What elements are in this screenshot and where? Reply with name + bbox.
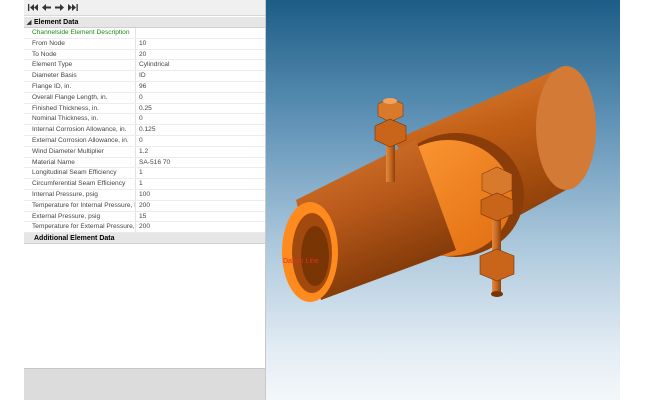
front-pipe-bore-inner bbox=[301, 226, 329, 286]
row-value[interactable]: 100 bbox=[136, 190, 265, 200]
last-element-icon[interactable] bbox=[66, 2, 78, 14]
datum-line-label: Datum Line bbox=[283, 258, 319, 265]
row-label: Internal Corrosion Allowance, in. bbox=[24, 125, 136, 135]
table-row[interactable]: Longitudinal Seam Efficiency 1 bbox=[24, 168, 265, 180]
table-row[interactable]: Internal Corrosion Allowance, in. 0.125 bbox=[24, 125, 265, 136]
table-row[interactable]: Diameter Basis ID bbox=[24, 71, 265, 82]
previous-element-icon[interactable] bbox=[40, 2, 52, 14]
next-element-icon[interactable] bbox=[53, 2, 65, 14]
table-row[interactable]: From Node 10 bbox=[24, 38, 265, 50]
bolt-right-tip bbox=[491, 291, 503, 297]
row-label: Element Type bbox=[24, 60, 136, 71]
row-label: Channelside Element Description bbox=[24, 28, 136, 38]
row-value[interactable]: ID bbox=[136, 71, 265, 81]
row-label: Flange ID, in. bbox=[24, 81, 136, 92]
bolt-left-tip bbox=[383, 98, 397, 104]
table-row[interactable]: External Pressure, psig 15 bbox=[24, 211, 265, 223]
table-row[interactable]: Internal Pressure, psig 100 bbox=[24, 189, 265, 201]
row-label: Finished Thickness, in. bbox=[24, 103, 136, 114]
table-row[interactable]: Material Name SA-516 70 bbox=[24, 157, 265, 169]
row-label: Longitudinal Seam Efficiency bbox=[24, 168, 136, 179]
table-row[interactable]: To Node 20 bbox=[24, 49, 265, 61]
row-value[interactable]: SA-516 70 bbox=[136, 158, 265, 168]
table-row[interactable]: Wind Diameter Multiplier 1.2 bbox=[24, 146, 265, 158]
navigation-toolbar bbox=[24, 0, 265, 16]
row-label: Temperature for External Pressure, F bbox=[24, 222, 136, 233]
description-pane bbox=[24, 368, 265, 400]
table-row[interactable]: Nominal Thickness, in. 0 bbox=[24, 114, 265, 126]
table-row[interactable]: Channelside Element Description bbox=[24, 28, 265, 39]
row-label: Diameter Basis bbox=[24, 71, 136, 81]
rear-pipe-end bbox=[536, 66, 596, 190]
bolt-right-nut-bottom bbox=[479, 248, 515, 282]
row-value[interactable]: 200 bbox=[136, 201, 265, 211]
row-value[interactable]: 10 bbox=[136, 39, 265, 49]
row-label: Nominal Thickness, in. bbox=[24, 114, 136, 125]
pipe-flange-model bbox=[282, 66, 596, 302]
table-row[interactable]: Circumferential Seam Efficiency 1 bbox=[24, 179, 265, 190]
table-row[interactable]: External Corrosion Allowance, in. 0 bbox=[24, 135, 265, 147]
row-value[interactable] bbox=[136, 28, 265, 38]
row-label: Circumferential Seam Efficiency bbox=[24, 179, 136, 189]
row-value[interactable]: 200 bbox=[136, 222, 265, 232]
table-row[interactable]: Temperature for Internal Pressure, F 200 bbox=[24, 200, 265, 212]
table-row[interactable]: Overall Flange Length, in. 0 bbox=[24, 92, 265, 104]
row-label: Overall Flange Length, in. bbox=[24, 92, 136, 103]
table-row[interactable]: Temperature for External Pressure, F 200 bbox=[24, 222, 265, 234]
row-value[interactable]: Cylindrical bbox=[136, 60, 265, 70]
row-value[interactable]: 15 bbox=[136, 212, 265, 222]
row-label: Temperature for Internal Pressure, F bbox=[24, 200, 136, 211]
row-value[interactable]: 0 bbox=[136, 114, 265, 124]
right-margin bbox=[620, 0, 645, 400]
row-value[interactable]: 1 bbox=[136, 179, 265, 189]
row-value[interactable]: 20 bbox=[136, 50, 265, 60]
table-row[interactable]: Finished Thickness, in. 0.25 bbox=[24, 103, 265, 115]
row-label: Wind Diameter Multiplier bbox=[24, 146, 136, 157]
row-value[interactable]: 0 bbox=[136, 93, 265, 103]
row-value[interactable]: 0.25 bbox=[136, 104, 265, 114]
row-value[interactable]: 0.125 bbox=[136, 125, 265, 135]
row-label: External Corrosion Allowance, in. bbox=[24, 135, 136, 146]
row-label: From Node bbox=[24, 38, 136, 49]
row-label: To Node bbox=[24, 49, 136, 60]
table-row[interactable]: Element Type Cylindrical bbox=[24, 60, 265, 72]
3d-viewport[interactable] bbox=[266, 0, 620, 400]
additional-element-data-header[interactable]: Additional Element Data bbox=[24, 233, 265, 245]
row-label: Material Name bbox=[24, 157, 136, 168]
row-value[interactable]: 1.2 bbox=[136, 147, 265, 157]
element-data-panel: ◢ Element Data Channelside Element Descri… bbox=[24, 0, 266, 400]
row-value[interactable]: 1 bbox=[136, 168, 265, 178]
table-row[interactable]: Flange ID, in. 96 bbox=[24, 81, 265, 93]
element-data-header[interactable]: ◢ Element Data bbox=[24, 17, 265, 28]
row-value[interactable]: 96 bbox=[136, 82, 265, 92]
row-label: Internal Pressure, psig bbox=[24, 189, 136, 200]
first-element-icon[interactable] bbox=[27, 2, 39, 14]
element-data-grid: Channelside Element Description From Nod… bbox=[24, 28, 265, 245]
row-value[interactable]: 0 bbox=[136, 136, 265, 146]
row-label: External Pressure, psig bbox=[24, 211, 136, 222]
